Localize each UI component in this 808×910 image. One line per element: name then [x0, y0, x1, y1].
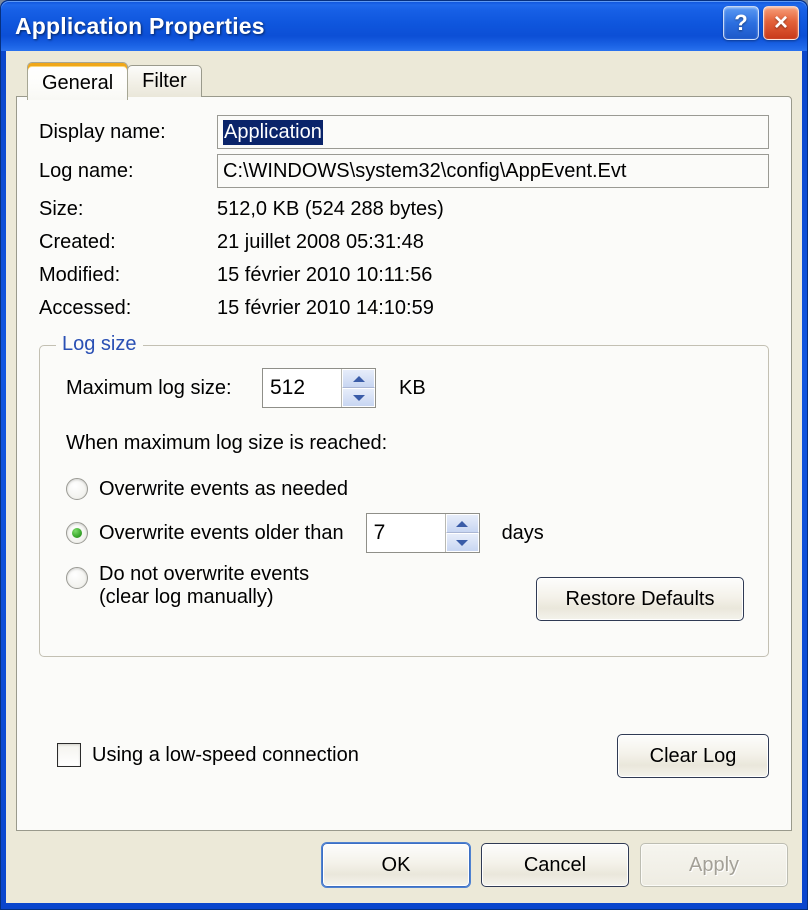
log-size-groupbox: Log size Maximum log size: 512 KB When m…	[39, 333, 769, 657]
maximum-log-size-spin-up[interactable]	[342, 369, 375, 388]
log-name-label: Log name:	[39, 159, 134, 182]
apply-label: Apply	[688, 853, 740, 876]
cancel-button[interactable]: Cancel	[481, 843, 629, 887]
radio-do-not-overwrite-line1: Do not overwrite events	[99, 563, 310, 585]
window-title: Application Properties	[15, 12, 265, 39]
maximum-log-size-value[interactable]: 512	[263, 369, 341, 407]
tab-strip: General Filter	[16, 61, 792, 100]
low-speed-connection-label: Using a low-speed connection	[92, 743, 359, 766]
restore-defaults-button[interactable]: Restore Defaults	[536, 577, 744, 621]
log-name-row: Log name: C:\WINDOWS\system32\config\App…	[39, 154, 769, 188]
maximum-log-size-stepper[interactable]: 512	[262, 368, 376, 408]
log-size-legend: Log size	[56, 333, 143, 356]
created-value: 21 juillet 2008 05:31:48	[217, 231, 424, 253]
accessed-value: 15 février 2010 14:10:59	[217, 297, 434, 319]
chevron-up-icon	[456, 520, 469, 527]
radio-do-not-overwrite-line2: (clear log manually)	[99, 586, 274, 608]
maximum-log-size-unit: KB	[399, 376, 426, 399]
tab-filter-label: Filter	[142, 70, 187, 92]
ok-label: OK	[381, 853, 411, 876]
general-tab-page: Display name: Application Log name: C:\W…	[16, 96, 792, 831]
apply-button: Apply	[640, 843, 788, 887]
radio-overwrite-older-than-label: Overwrite events older than	[99, 521, 344, 544]
maximum-log-size-label: Maximum log size:	[66, 376, 232, 399]
dialog-body: General Filter Display name: Application…	[6, 51, 802, 903]
radio-do-not-overwrite-label: Do not overwrite events (clear log manua…	[99, 563, 309, 609]
radio-overwrite-as-needed-indicator	[66, 478, 88, 500]
question-mark-icon: ?	[734, 10, 748, 35]
chevron-up-icon	[352, 375, 365, 382]
radio-do-not-overwrite-indicator	[66, 567, 88, 589]
modified-value: 15 février 2010 10:11:56	[217, 264, 433, 286]
days-spin-buttons	[444, 514, 479, 552]
display-name-input[interactable]: Application	[217, 115, 769, 149]
maximum-log-size-spin-buttons	[341, 369, 375, 407]
title-bar-buttons: ? ×	[723, 6, 799, 40]
display-name-value: Application	[223, 119, 323, 145]
modified-row: Modified: 15 février 2010 10:11:56	[39, 259, 769, 292]
display-name-label: Display name:	[39, 120, 166, 143]
display-name-row: Display name: Application	[39, 115, 769, 149]
tab-general[interactable]: General	[27, 62, 129, 100]
days-stepper[interactable]: 7	[365, 513, 480, 553]
radio-overwrite-as-needed-label: Overwrite events as needed	[99, 477, 349, 500]
accessed-row: Accessed: 15 février 2010 14:10:59	[39, 292, 769, 325]
log-name-value: C:\WINDOWS\system32\config\AppEvent.Evt	[223, 159, 627, 182]
chevron-down-icon	[456, 539, 469, 546]
chevron-down-icon	[352, 394, 365, 401]
tab-filter[interactable]: Filter	[127, 65, 202, 97]
application-properties-window: Application Properties ? × General Filte…	[0, 0, 808, 910]
size-value: 512,0 KB (524 288 bytes)	[217, 198, 444, 220]
created-label: Created:	[39, 231, 116, 253]
title-bar: Application Properties ? ×	[1, 1, 807, 51]
modified-label: Modified:	[39, 264, 121, 286]
days-unit-label: days	[501, 521, 544, 544]
radio-overwrite-older-than-indicator	[66, 522, 88, 544]
clear-log-button[interactable]: Clear Log	[617, 734, 769, 778]
ok-button[interactable]: OK	[321, 842, 471, 888]
clear-log-label: Clear Log	[649, 744, 737, 767]
radio-overwrite-as-needed[interactable]: Overwrite events as needed	[66, 469, 748, 509]
close-icon: ×	[773, 9, 788, 36]
radio-overwrite-older-than[interactable]: Overwrite events older than	[66, 522, 344, 545]
when-maximum-reached-label: When maximum log size is reached:	[66, 432, 388, 454]
size-row: Size: 512,0 KB (524 288 bytes)	[39, 193, 769, 226]
accessed-label: Accessed:	[39, 297, 132, 319]
dialog-footer: OK Cancel Apply	[6, 827, 802, 903]
help-button[interactable]: ?	[723, 6, 759, 40]
cancel-label: Cancel	[523, 853, 587, 876]
close-button[interactable]: ×	[763, 6, 799, 40]
low-speed-connection-checkbox[interactable]	[57, 743, 81, 767]
size-label: Size:	[39, 198, 84, 220]
maximum-log-size-spin-down[interactable]	[342, 388, 375, 407]
radio-do-not-overwrite[interactable]: Do not overwrite events (clear log manua…	[66, 563, 309, 609]
days-spin-up[interactable]	[445, 514, 479, 533]
low-speed-connection-row[interactable]: Using a low-speed connection	[57, 743, 359, 767]
created-row: Created: 21 juillet 2008 05:31:48	[39, 226, 769, 259]
days-spin-down[interactable]	[445, 533, 479, 552]
log-name-input[interactable]: C:\WINDOWS\system32\config\AppEvent.Evt	[217, 154, 769, 188]
days-value[interactable]: 7	[367, 514, 445, 552]
tab-general-label: General	[42, 71, 114, 94]
restore-defaults-label: Restore Defaults	[565, 587, 715, 610]
